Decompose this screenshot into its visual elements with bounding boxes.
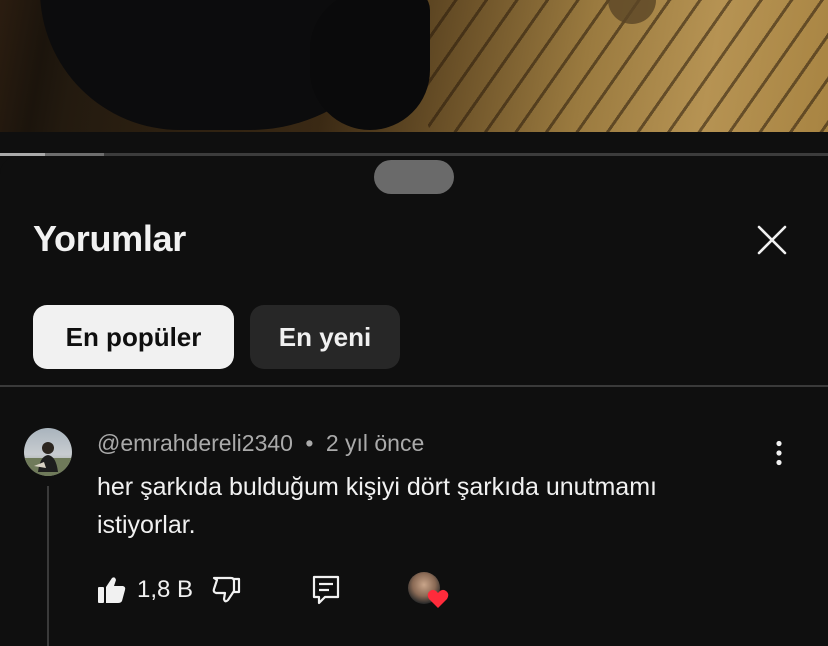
video-player[interactable]: [0, 0, 828, 132]
close-icon: [757, 225, 787, 255]
thumbs-up-icon: [98, 577, 126, 603]
thumbs-down-icon: [212, 576, 241, 603]
meta-separator: •: [305, 430, 314, 456]
avatar[interactable]: [24, 428, 72, 476]
comment-author[interactable]: @emrahdereli2340: [97, 430, 293, 456]
comment-actions: 1,8 B: [97, 570, 497, 610]
creator-heart-icon: [427, 589, 449, 608]
drag-handle[interactable]: [374, 160, 454, 194]
reply-button[interactable]: [311, 570, 341, 610]
like-button[interactable]: [97, 570, 127, 610]
reply-icon: [312, 575, 340, 605]
like-count: 1,8 B: [137, 576, 194, 603]
more-options-button[interactable]: [764, 438, 794, 468]
dislike-button[interactable]: [211, 570, 241, 610]
more-vert-icon: [776, 440, 782, 466]
filter-chip-top[interactable]: En popüler: [33, 305, 234, 369]
sheet-title: Yorumlar: [33, 218, 186, 259]
comments-sheet: Yorumlar En popüler En yeni @emrahdereli…: [0, 156, 828, 646]
video-frame-figure-shoulder: [310, 0, 430, 130]
comment-text: her şarkıda bulduğum kişiyi dört şarkıda…: [97, 473, 657, 539]
divider: [0, 385, 828, 387]
filter-chip-newest[interactable]: En yeni: [250, 305, 400, 369]
avatar-photo: [24, 442, 72, 476]
comment-meta: @emrahdereli2340 • 2 yıl önce: [97, 430, 424, 457]
creator-heart-badge: [408, 572, 450, 612]
close-button[interactable]: [752, 220, 792, 260]
comment-time: 2 yıl önce: [325, 430, 425, 456]
thread-line: [47, 486, 49, 646]
